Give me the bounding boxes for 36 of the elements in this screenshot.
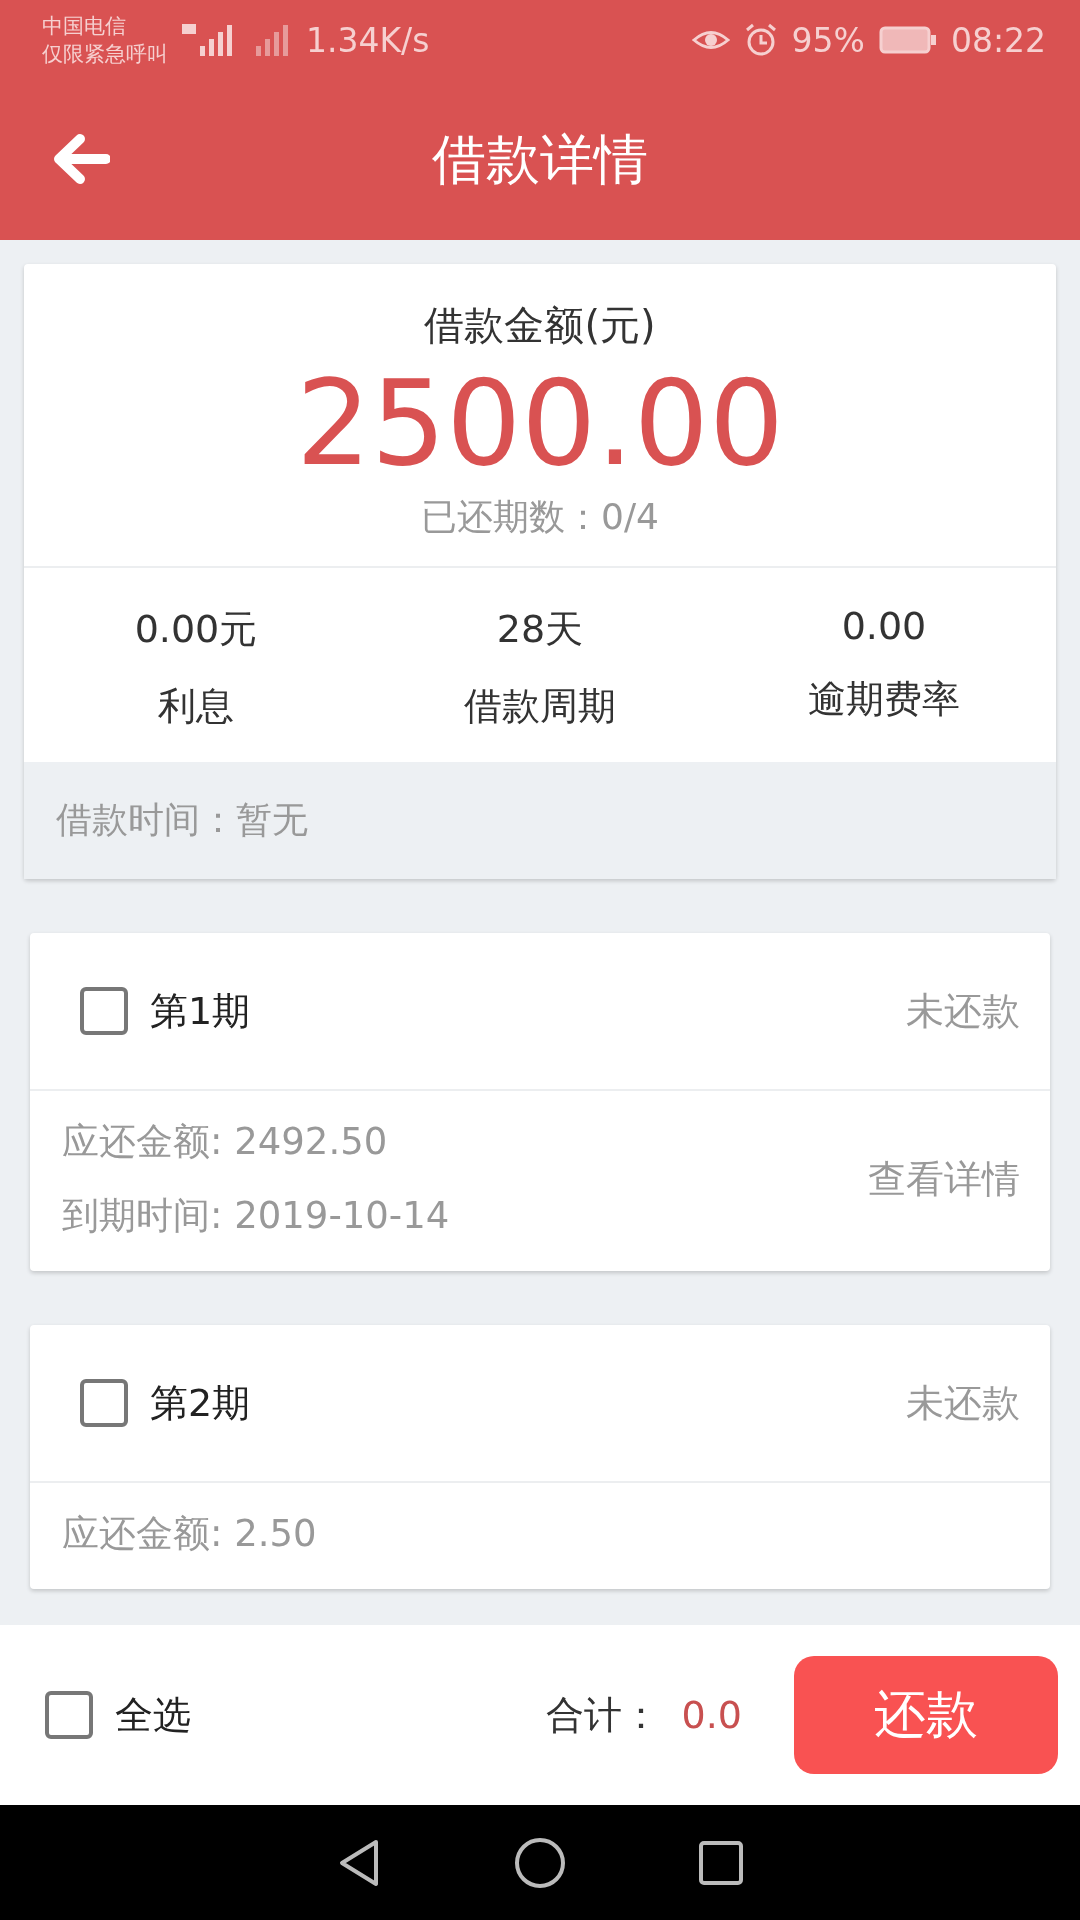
due-amount: 应还金额: 2.50: [62, 1511, 318, 1557]
select-all-label: 全选: [115, 1691, 191, 1739]
period-status: 未还款: [906, 1379, 1020, 1427]
pay-button[interactable]: 还款: [794, 1656, 1058, 1774]
alarm-icon: [743, 23, 778, 57]
due-amount: 应还金额: 2492.50: [62, 1119, 389, 1165]
network-speed: 1.34K/s: [306, 20, 430, 60]
stat-label: 利息: [158, 683, 234, 730]
period-status: 未还款: [906, 987, 1020, 1035]
home-circle-icon[interactable]: [514, 1836, 566, 1889]
checkbox[interactable]: [80, 987, 128, 1035]
stat-label: 借款周期: [464, 683, 616, 730]
stat-value: 0.00元: [134, 606, 258, 653]
clock-time: 08:22: [950, 20, 1046, 60]
stat-value: 28天: [496, 606, 584, 653]
loan-amount: 2500.00: [296, 353, 784, 493]
checkbox[interactable]: [80, 1379, 128, 1427]
repaid-periods: 已还期数：0/4: [421, 495, 659, 539]
total-amount: 0.0: [681, 1693, 742, 1737]
page-title: 借款详情: [432, 126, 648, 193]
recents-square-icon[interactable]: [698, 1839, 744, 1886]
total-label: 合计：: [545, 1691, 660, 1739]
period-title: 第1期: [150, 987, 251, 1035]
battery-icon: [878, 26, 937, 54]
checkbox[interactable]: [45, 1691, 93, 1739]
view-details-link[interactable]: 查看详情: [868, 1153, 1020, 1205]
amount-label: 借款金额(元): [424, 301, 656, 350]
carrier-name: 中国电信: [42, 13, 127, 40]
period-title: 第2期: [150, 1379, 251, 1427]
loan-time: 借款时间：暂无: [24, 762, 1056, 879]
back-arrow-icon[interactable]: [52, 134, 110, 184]
battery-percent: 95%: [791, 20, 865, 60]
stat-label: 逾期费率: [808, 676, 960, 723]
carrier-note: 仅限紧急呼叫: [42, 41, 168, 68]
stat-value: 0.00: [841, 604, 927, 648]
due-date: 到期时间: 2019-10-14: [62, 1193, 451, 1239]
